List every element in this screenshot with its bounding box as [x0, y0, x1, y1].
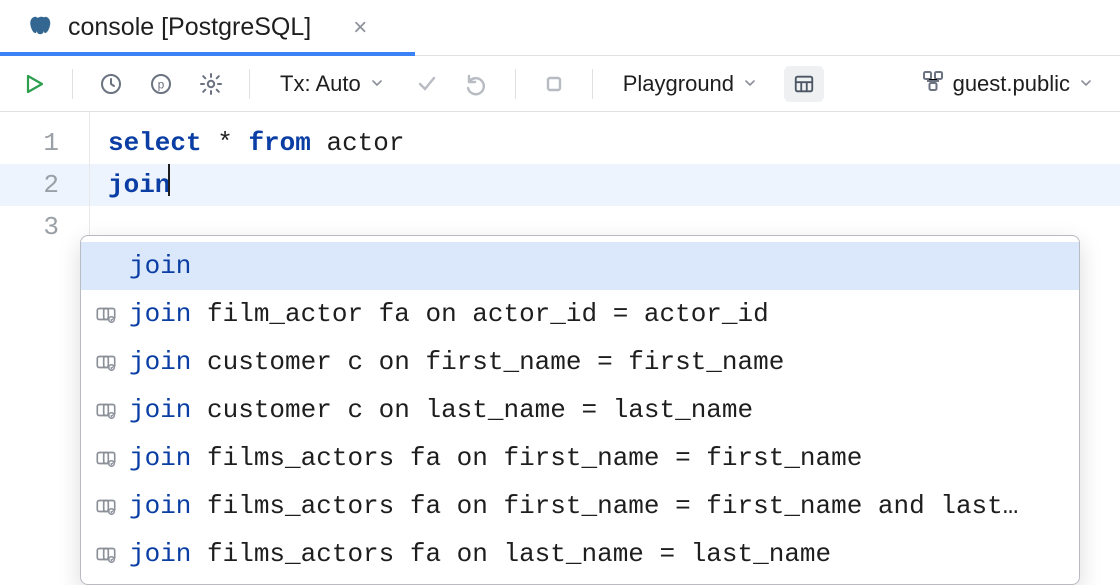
- text-caret: [168, 164, 170, 196]
- chevron-down-icon: [742, 71, 758, 97]
- active-tab-indicator: [0, 52, 415, 56]
- join-suggestion-icon: [95, 399, 119, 421]
- completion-text: join films_actors fa on first_name = fir…: [129, 443, 862, 473]
- completion-text: join films_actors fa on first_name = fir…: [129, 491, 1018, 521]
- sql-editor[interactable]: 1 2 3 select * from actor join: [0, 112, 1120, 248]
- toolbar: p Tx: Auto Playground guest.public: [0, 56, 1120, 112]
- tab-console[interactable]: console [PostgreSQL] ×: [0, 0, 391, 55]
- run-button[interactable]: [18, 68, 50, 100]
- completion-text: join customer c on first_name = first_na…: [129, 347, 784, 377]
- settings-button[interactable]: [195, 68, 227, 100]
- schema-label: guest.public: [953, 71, 1070, 97]
- stop-button[interactable]: [538, 68, 570, 100]
- join-suggestion-icon: [95, 447, 119, 469]
- completion-item[interactable]: join customer c on last_name = last_name: [81, 386, 1079, 434]
- completion-text: join: [129, 251, 191, 281]
- completion-text: join customer c on last_name = last_name: [129, 395, 753, 425]
- completion-item[interactable]: join films_actors fa on first_name = fir…: [81, 482, 1079, 530]
- join-suggestion-icon: [95, 495, 119, 517]
- tab-bar: console [PostgreSQL] ×: [0, 0, 1120, 56]
- tx-mode-dropdown[interactable]: Tx: Auto: [272, 71, 393, 97]
- completion-item[interactable]: join film_actor fa on actor_id = actor_i…: [81, 290, 1079, 338]
- chevron-down-icon: [1078, 71, 1094, 97]
- playground-label: Playground: [623, 71, 734, 97]
- completion-text: join film_actor fa on actor_id = actor_i…: [129, 299, 769, 329]
- separator: [515, 69, 516, 99]
- plan-button[interactable]: p: [145, 68, 177, 100]
- schema-icon: [921, 69, 945, 99]
- line-number: 1: [0, 122, 59, 164]
- postgresql-icon: [24, 13, 54, 43]
- completion-item[interactable]: join films_actors fa on last_name = last…: [81, 530, 1079, 578]
- completion-item[interactable]: join: [81, 242, 1079, 290]
- history-button[interactable]: [95, 68, 127, 100]
- schema-dropdown[interactable]: guest.public: [913, 69, 1102, 99]
- code-area[interactable]: select * from actor join: [90, 112, 1120, 248]
- line-gutter: 1 2 3: [0, 112, 90, 248]
- svg-text:p: p: [157, 78, 164, 92]
- join-suggestion-icon: [95, 303, 119, 325]
- rollback-button[interactable]: [461, 68, 493, 100]
- playground-dropdown[interactable]: Playground: [615, 71, 766, 97]
- line-number: 2: [0, 164, 59, 206]
- completion-item[interactable]: join customer c on first_name = first_na…: [81, 338, 1079, 386]
- commit-button[interactable]: [411, 68, 443, 100]
- join-suggestion-icon: [95, 351, 119, 373]
- close-tab-button[interactable]: ×: [353, 14, 367, 42]
- autocomplete-popup[interactable]: join join film_actor fa on actor_id = act…: [80, 235, 1080, 585]
- separator: [72, 69, 73, 99]
- tx-mode-label: Tx: Auto: [280, 71, 361, 97]
- chevron-down-icon: [369, 71, 385, 97]
- completion-item[interactable]: join films_actors fa on first_name = fir…: [81, 434, 1079, 482]
- separator: [592, 69, 593, 99]
- separator: [249, 69, 250, 99]
- output-view-button[interactable]: [784, 66, 824, 102]
- line-number: 3: [0, 206, 59, 248]
- code-line: join: [108, 164, 1120, 206]
- completion-text: join films_actors fa on last_name = last…: [129, 539, 831, 569]
- join-suggestion-icon: [95, 543, 119, 565]
- tab-title: console [PostgreSQL]: [68, 13, 311, 42]
- code-line: select * from actor: [108, 122, 1120, 164]
